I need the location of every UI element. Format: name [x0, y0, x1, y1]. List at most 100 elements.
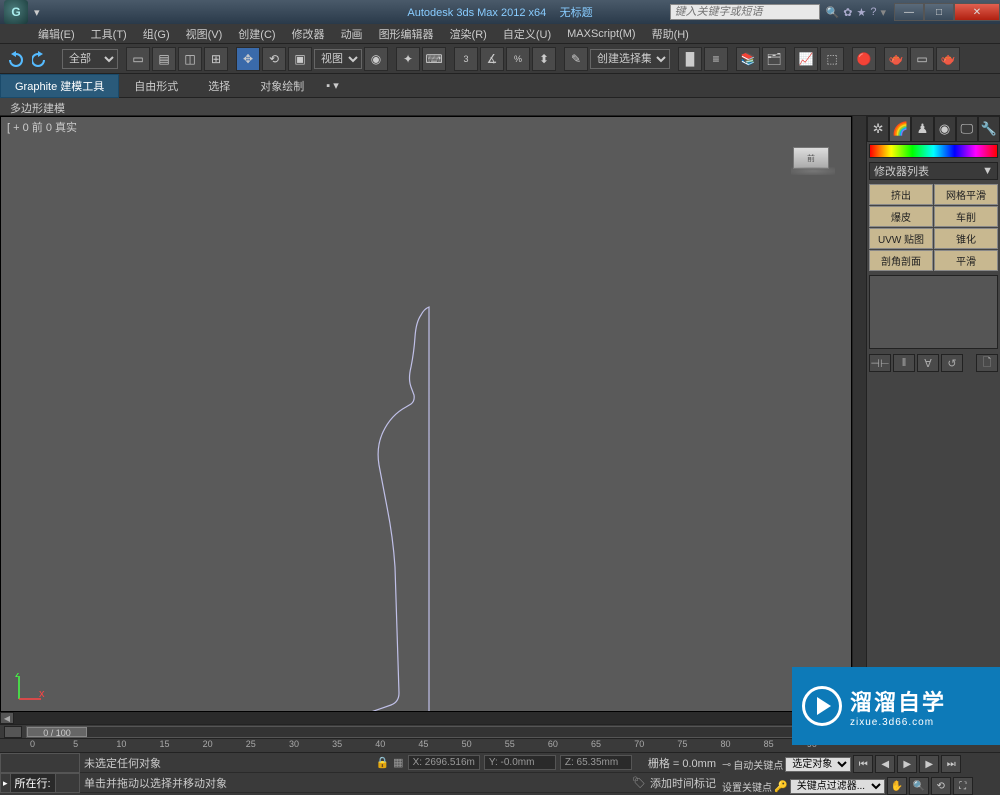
create-tab-icon[interactable]: ✲: [867, 116, 889, 142]
mod-smooth[interactable]: 平滑: [934, 250, 998, 271]
undo-button[interactable]: [4, 47, 28, 71]
utilities-tab-icon[interactable]: 🔧: [978, 116, 1000, 142]
lock-selection-icon[interactable]: 🔒: [375, 756, 389, 769]
key-toggle-icon[interactable]: ⊸: [722, 758, 731, 771]
redo-button[interactable]: [30, 47, 54, 71]
mod-taper[interactable]: 锥化: [934, 228, 998, 249]
key-mode-icon[interactable]: 🔑: [774, 780, 788, 793]
play-icon[interactable]: ▶: [897, 755, 917, 773]
set-key-button[interactable]: 设置关键点: [722, 779, 772, 794]
menu-edit[interactable]: 编辑(E): [30, 24, 83, 44]
scroll-track[interactable]: [14, 712, 838, 724]
key-filter-select[interactable]: 关键点过滤器...: [790, 779, 885, 794]
time-config-icon[interactable]: [4, 726, 22, 738]
viewcube-face[interactable]: 前: [793, 147, 829, 169]
ref-coord-select[interactable]: 视图: [314, 49, 362, 69]
align-button[interactable]: ≡: [704, 47, 728, 71]
mirror-button[interactable]: ▐▌: [678, 47, 702, 71]
auto-key-button[interactable]: 自动关键点: [733, 757, 783, 772]
star-icon[interactable]: ★: [856, 6, 866, 19]
viewcube[interactable]: 前: [791, 147, 831, 183]
show-end-result-icon[interactable]: ‖: [893, 354, 915, 372]
pivot-button[interactable]: ◉: [364, 47, 388, 71]
modify-tab-icon[interactable]: 🌈: [889, 116, 911, 142]
viewcube-compass[interactable]: [791, 167, 835, 175]
key-target-select[interactable]: 选定对象: [785, 757, 851, 772]
goto-end-icon[interactable]: ⏭: [941, 755, 961, 773]
viewport[interactable]: [ + 0 前 0 真实 前 zx: [0, 116, 852, 712]
menu-maxscript[interactable]: MAXScript(M): [559, 26, 643, 42]
modifier-stack[interactable]: [869, 275, 998, 349]
pin-stack-icon[interactable]: ⊣⊢: [869, 354, 891, 372]
nav-orbit-icon[interactable]: ⟲: [931, 777, 951, 795]
keyboard-shortcut-button[interactable]: ⌨: [422, 47, 446, 71]
manipulate-button[interactable]: ✦: [396, 47, 420, 71]
menu-graph-editors[interactable]: 图形编辑器: [371, 24, 442, 44]
close-button[interactable]: ✕: [954, 3, 1000, 21]
display-tab-icon[interactable]: 🖵: [956, 116, 978, 142]
move-button[interactable]: ✥: [236, 47, 260, 71]
menu-customize[interactable]: 自定义(U): [495, 24, 559, 44]
coord-x[interactable]: X: 2696.516m: [408, 755, 480, 770]
modifier-list-dropdown[interactable]: 修改器列表▼: [869, 162, 998, 180]
window-crossing-button[interactable]: ⊞: [204, 47, 228, 71]
hierarchy-tab-icon[interactable]: ♟: [911, 116, 933, 142]
mod-extrude[interactable]: 挤出: [869, 184, 933, 205]
help-icon[interactable]: ?: [870, 6, 876, 19]
time-slider-thumb[interactable]: 0 / 100: [27, 727, 87, 737]
percent-snap-button[interactable]: %: [506, 47, 530, 71]
mod-lathe[interactable]: 车削: [934, 206, 998, 227]
ribbon-tab-modeling[interactable]: Graphite 建模工具: [0, 74, 119, 98]
nav-pan-icon[interactable]: ✋: [887, 777, 907, 795]
layer-explorer-button[interactable]: 🗂: [762, 47, 786, 71]
rotate-button[interactable]: ⟲: [262, 47, 286, 71]
viewport-scrollbar-v[interactable]: [852, 116, 866, 712]
menu-view[interactable]: 视图(V): [178, 24, 231, 44]
search-input[interactable]: [670, 4, 820, 20]
menu-tools[interactable]: 工具(T): [83, 24, 135, 44]
mod-bevel-profile[interactable]: 剖角剖面: [869, 250, 933, 271]
prev-frame-icon[interactable]: ◀: [875, 755, 895, 773]
maximize-button[interactable]: □: [924, 3, 954, 21]
schematic-view-button[interactable]: ⬚: [820, 47, 844, 71]
abs-rel-icon[interactable]: ▦: [393, 756, 403, 769]
menu-help[interactable]: 帮助(H): [644, 24, 697, 44]
ribbon-tab-object-paint[interactable]: 对象绘制: [245, 74, 319, 98]
named-selection-select[interactable]: 创建选择集: [590, 49, 670, 69]
coord-z[interactable]: Z: 65.35mm: [560, 755, 632, 770]
menu-animation[interactable]: 动画: [333, 24, 371, 44]
select-by-name-button[interactable]: ▤: [152, 47, 176, 71]
time-tag-icon[interactable]: 🏷: [632, 776, 646, 789]
angle-snap-button[interactable]: ∡: [480, 47, 504, 71]
next-frame-icon[interactable]: ▶: [919, 755, 939, 773]
edit-named-sel-button[interactable]: ✎: [564, 47, 588, 71]
scale-button[interactable]: ▣: [288, 47, 312, 71]
viewport-label[interactable]: [ + 0 前 0 真实: [7, 119, 77, 135]
nav-zoom-icon[interactable]: 🔍: [909, 777, 929, 795]
render-setup-button[interactable]: 🫖: [884, 47, 908, 71]
remove-modifier-icon[interactable]: ↺: [941, 354, 963, 372]
mod-meshsmooth[interactable]: 网格平滑: [934, 184, 998, 205]
search-icon[interactable]: 🔍: [826, 6, 840, 19]
app-icon[interactable]: G: [4, 0, 28, 24]
app-menu-dropdown[interactable]: ▾: [34, 6, 40, 19]
render-button[interactable]: 🫖: [936, 47, 960, 71]
configure-sets-icon[interactable]: 🗋: [976, 354, 998, 372]
motion-tab-icon[interactable]: ◉: [934, 116, 956, 142]
object-color-swatch[interactable]: [869, 144, 998, 158]
layers-button[interactable]: 📚: [736, 47, 760, 71]
exchange-icon[interactable]: ✿: [843, 6, 852, 19]
goto-start-icon[interactable]: ⏮: [853, 755, 873, 773]
ribbon-tab-freeform[interactable]: 自由形式: [119, 74, 193, 98]
menu-group[interactable]: 组(G): [135, 24, 178, 44]
menu-modifiers[interactable]: 修改器: [284, 24, 333, 44]
collapse-icon[interactable]: ▸: [1, 778, 10, 789]
select-object-button[interactable]: ▭: [126, 47, 150, 71]
selection-filter-select[interactable]: 全部: [62, 49, 118, 69]
make-unique-icon[interactable]: ∀: [917, 354, 939, 372]
ribbon-tab-selection[interactable]: 选择: [193, 74, 245, 98]
snap-toggle-button[interactable]: 3: [454, 47, 478, 71]
material-editor-button[interactable]: 🔴: [852, 47, 876, 71]
scroll-left-icon[interactable]: ◀: [0, 712, 14, 724]
menu-render[interactable]: 渲染(R): [442, 24, 495, 44]
